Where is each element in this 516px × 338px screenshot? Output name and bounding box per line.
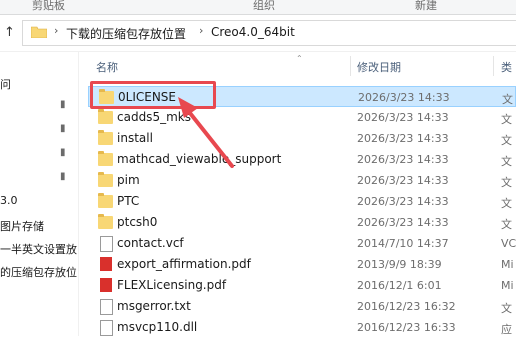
file-name: cadds5_mks <box>117 110 191 124</box>
file-row[interactable]: install 2026/3/23 14:33 文 <box>88 128 516 149</box>
navigation-pane: 问 ▮ ▮ ▮ ▮ 3.0 图片存储 一半英文设置放 的压缩包存放位 <box>0 52 78 336</box>
nav-item[interactable]: 3.0 <box>0 194 18 207</box>
file-name: pim <box>117 173 140 187</box>
file-name: install <box>117 131 153 145</box>
column-header-type[interactable]: 类 <box>501 59 512 75</box>
file-modified-date: 2016/12/23 16:33 <box>357 321 456 334</box>
pdf-icon <box>100 278 112 292</box>
file-modified-date: 2026/3/23 14:33 <box>357 195 449 208</box>
file-type: 文 <box>501 176 512 189</box>
file-type: 应 <box>501 323 512 336</box>
document-icon <box>100 320 113 336</box>
pin-icon[interactable]: ▮ <box>60 148 70 158</box>
nav-item[interactable]: 问 <box>0 76 11 92</box>
file-name: contact.vcf <box>117 236 184 250</box>
file-type: 文 <box>501 218 512 231</box>
pin-icon[interactable]: ▮ <box>60 172 70 182</box>
ribbon-label-clipboard: 剪贴板 <box>32 0 65 12</box>
up-arrow-icon[interactable]: ↑ <box>4 26 18 40</box>
file-type: 文 <box>501 155 512 168</box>
nav-item[interactable]: 图片存储 <box>0 218 44 234</box>
folder-icon <box>98 109 113 124</box>
file-type: Mi <box>501 258 514 271</box>
file-row[interactable]: ptcsh0 2026/3/23 14:33 文 <box>88 212 516 233</box>
pdf-icon <box>100 257 112 271</box>
file-name: PTC <box>117 194 140 208</box>
file-name: FLEXLicensing.pdf <box>117 278 227 292</box>
file-row[interactable]: msvcp110.dll 2016/12/23 16:33 应 <box>88 317 516 338</box>
file-type: Mi <box>501 279 514 292</box>
file-row[interactable]: msgerror.txt 2016/12/23 16:32 文 <box>88 296 516 317</box>
file-name: msvcp110.dll <box>117 320 198 334</box>
file-row[interactable]: pim 2026/3/23 14:33 文 <box>88 170 516 191</box>
folder-icon <box>98 214 113 229</box>
address-bar[interactable]: › 下载的压缩包存放位置 › Creo4.0_64bit <box>22 20 516 46</box>
file-modified-date: 2016/12/1 6:01 <box>357 279 442 292</box>
breadcrumb-item[interactable]: 下载的压缩包存放位置 <box>66 25 186 42</box>
column-header-name[interactable]: 名称 <box>96 59 118 75</box>
file-modified-date: 2026/3/23 14:33 <box>357 132 449 145</box>
folder-icon <box>98 172 113 187</box>
file-type: 文 <box>501 197 512 210</box>
file-name: mathcad_viewable_support <box>117 152 282 166</box>
file-type: VC <box>501 237 516 250</box>
file-type: 文 <box>501 302 512 315</box>
file-row[interactable]: FLEXLicensing.pdf 2016/12/1 6:01 Mi <box>88 275 516 296</box>
file-type: 文 <box>502 93 513 106</box>
breadcrumb-separator: › <box>199 24 204 37</box>
folder-icon <box>31 26 47 38</box>
file-name: msgerror.txt <box>117 299 191 313</box>
column-divider[interactable] <box>350 56 351 76</box>
file-row[interactable]: PTC 2026/3/23 14:33 文 <box>88 191 516 212</box>
folder-icon <box>98 130 113 145</box>
column-divider[interactable] <box>493 56 494 76</box>
folder-icon <box>98 151 113 166</box>
ribbon-label-organize: 组织 <box>253 0 275 12</box>
file-row[interactable]: contact.vcf 2014/7/10 14:37 VC <box>88 233 516 254</box>
file-modified-date: 2026/3/23 14:33 <box>357 174 449 187</box>
file-name: ptcsh0 <box>117 215 158 229</box>
ribbon-label-new: 新建 <box>415 0 437 12</box>
file-row[interactable]: export_affirmation.pdf 2013/9/9 18:39 Mi <box>88 254 516 275</box>
breadcrumb-item[interactable]: Creo4.0_64bit <box>211 25 295 39</box>
file-modified-date: 2026/3/23 14:33 <box>357 111 449 124</box>
breadcrumb-separator: › <box>54 24 59 37</box>
ribbon-group-labels: 剪贴板 组织 新建 <box>0 0 516 15</box>
column-headers: ⌃ 名称 修改日期 类 <box>88 54 516 76</box>
folder-icon <box>98 193 113 208</box>
file-modified-date: 2026/3/23 14:33 <box>358 91 450 104</box>
document-icon <box>100 236 113 252</box>
file-row[interactable]: mathcad_viewable_support 2026/3/23 14:33 文 <box>88 149 516 170</box>
pin-icon[interactable]: ▮ <box>60 124 70 134</box>
pin-icon[interactable]: ▮ <box>60 100 70 110</box>
file-modified-date: 2026/3/23 14:33 <box>357 216 449 229</box>
file-type: 文 <box>501 134 512 147</box>
pane-divider[interactable] <box>78 52 79 336</box>
annotation-highlight-box <box>90 81 216 109</box>
file-modified-date: 2026/3/23 14:33 <box>357 153 449 166</box>
file-modified-date: 2013/9/9 18:39 <box>357 258 442 271</box>
nav-item[interactable]: 一半英文设置放 <box>0 241 77 257</box>
document-icon <box>100 299 113 315</box>
column-header-date[interactable]: 修改日期 <box>357 59 401 75</box>
nav-item[interactable]: 的压缩包存放位 <box>0 264 77 280</box>
file-row[interactable]: cadds5_mks 2026/3/23 14:33 文 <box>88 107 516 128</box>
file-name: export_affirmation.pdf <box>117 257 251 271</box>
file-modified-date: 2016/12/23 16:32 <box>357 300 456 313</box>
address-row: ↑ › 下载的压缩包存放位置 › Creo4.0_64bit <box>0 15 516 52</box>
file-type: 文 <box>501 113 512 126</box>
file-modified-date: 2014/7/10 14:37 <box>357 237 449 250</box>
sort-chevron-icon: ⌃ <box>296 54 303 63</box>
